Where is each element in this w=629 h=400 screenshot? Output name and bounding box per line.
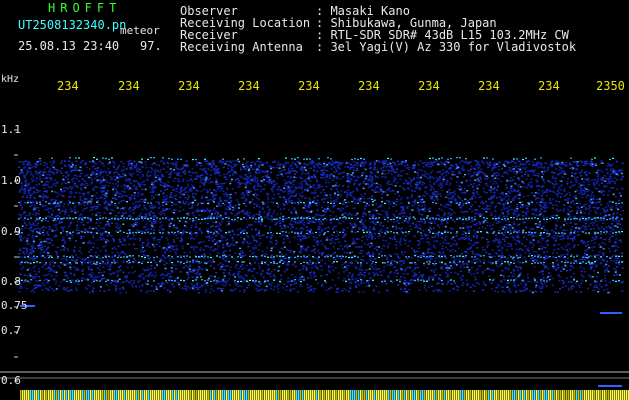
y-tick-label: 0.6 — [1, 374, 21, 387]
spectrogram — [0, 129, 629, 400]
y-tick-label: 0.8 — [1, 275, 21, 288]
x-tick-label: 234 — [298, 79, 320, 93]
meteor-count: 97. — [140, 39, 162, 53]
x-tick-label: 234 — [478, 79, 500, 93]
x-tick-label: 234 — [418, 79, 440, 93]
x-tick-label: 234 — [118, 79, 140, 93]
y-tick-label: 1.1 — [1, 123, 21, 136]
x-tick-label: 234 — [358, 79, 380, 93]
y-tick-label: 0.9 — [1, 225, 21, 238]
date-time: 25.08.13 23:40 — [18, 39, 120, 53]
bottom-detection-bar — [20, 390, 629, 400]
x-tick-label: 234 — [238, 79, 260, 93]
x-tick-label: 234 — [178, 79, 200, 93]
file-name: UT2508132340.pn — [18, 18, 127, 32]
app-title: HROFFT — [48, 1, 122, 15]
spectrogram-noise — [18, 160, 624, 294]
hrofft-window: HROFFT UT2508132340.pn meteor 25.08.13 2… — [0, 0, 629, 400]
y-tick-label: 0.75 — [1, 299, 28, 312]
meta-value-antenna: : 3el Yagi(V) Az 330 for Vladivostok — [316, 40, 577, 54]
meta-label-antenna: Receiving Antenna — [180, 40, 303, 54]
unit-label: kHz — [1, 74, 20, 85]
y-tick-marks — [14, 129, 18, 382]
x-tick-label: 234 — [538, 79, 560, 93]
y-tick-label: 0.7 — [1, 324, 21, 337]
mode-label: meteor — [120, 24, 160, 37]
x-tick-label: 2350 — [596, 79, 625, 93]
y-tick-label: 1.0 — [1, 174, 21, 187]
x-tick-label: 234 — [57, 79, 79, 93]
spectrogram-signals — [18, 157, 623, 387]
